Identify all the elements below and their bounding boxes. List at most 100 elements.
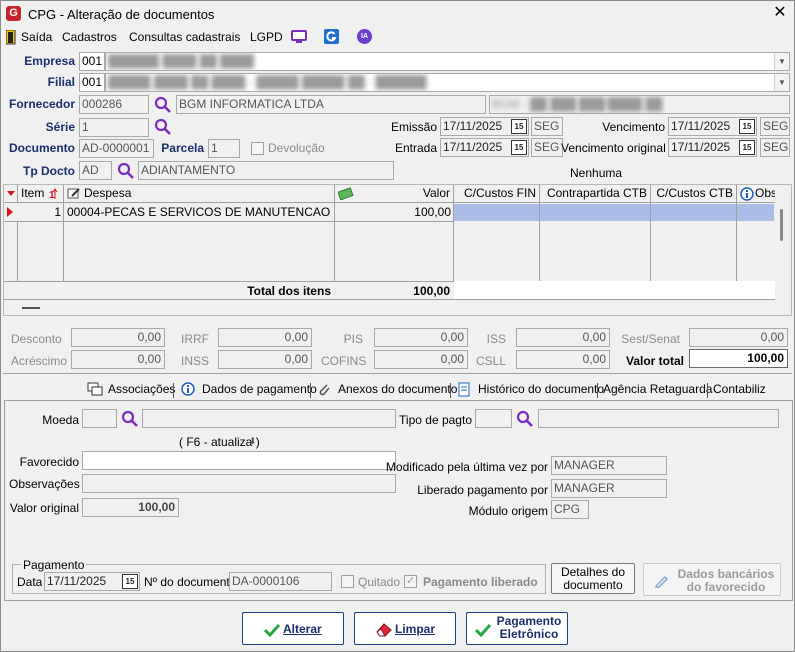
filial-select[interactable]: █████ ████ ██ ████ - █████ █████ ██ - ██… xyxy=(105,73,790,92)
emissao-date-field[interactable]: 17/11/2025 15 xyxy=(440,117,529,136)
calendar-icon[interactable]: 15 xyxy=(739,119,755,134)
tabs-bar: Associações Dados de pagamento Anexos do… xyxy=(1,380,794,400)
tab-anexos[interactable]: Anexos do documento xyxy=(338,382,457,396)
vencimento-day-field: SEG xyxy=(760,117,790,136)
column-contrapartida-ctb[interactable]: Contrapartida CTB xyxy=(540,185,651,203)
alterar-button[interactable]: Alterar xyxy=(242,612,344,645)
column-ccustos-fin[interactable]: C/Custos FIN xyxy=(454,185,540,203)
app-logo-icon: G xyxy=(6,6,21,21)
tab-divider xyxy=(450,383,451,398)
money-icon xyxy=(338,187,354,200)
check-icon xyxy=(263,623,281,637)
g-app-icon[interactable] xyxy=(324,29,339,44)
emissao-date-value: 17/11/2025 xyxy=(443,119,503,133)
search-tipo-pagto-icon[interactable] xyxy=(516,410,534,428)
documento-field[interactable]: AD-0000001 xyxy=(79,139,154,158)
detalhes-documento-button[interactable]: Detalhes do documento xyxy=(551,563,635,594)
sort-up-icon: 1 xyxy=(49,188,58,201)
cofins-label: COFINS xyxy=(321,354,367,368)
main-window: G CPG - Alteração de documentos ✕ Saída … xyxy=(0,0,795,652)
valor-original-field: 100,00 xyxy=(82,498,179,517)
column-item[interactable]: Item 1 xyxy=(18,185,64,203)
column-despesa[interactable]: Despesa xyxy=(64,185,335,203)
window-title: CPG - Alteração de documentos xyxy=(28,7,215,22)
close-icon[interactable]: ✕ xyxy=(771,4,789,22)
ia-icon[interactable]: IA xyxy=(357,29,372,44)
observacoes-label: Observações xyxy=(9,477,80,491)
eraser-icon xyxy=(376,623,392,637)
favorecido-input[interactable] xyxy=(82,451,396,470)
search-tpdocto-icon[interactable] xyxy=(117,162,135,180)
vencimento-label: Vencimento xyxy=(602,120,665,134)
alterar-label: Alterar xyxy=(283,622,322,636)
search-fornecedor-icon[interactable] xyxy=(154,96,172,114)
moeda-code-field[interactable] xyxy=(82,409,117,428)
row-despesa-cell[interactable]: 00004-PECAS E SERVICOS DE MANUTENCAO xyxy=(64,204,335,221)
tab-divider xyxy=(597,383,598,398)
hscroll-thumb[interactable] xyxy=(22,307,40,309)
tpdocto-code-field[interactable]: AD xyxy=(79,161,112,180)
sort-indicator-icon xyxy=(4,185,18,203)
menu-cadastros[interactable]: Cadastros xyxy=(62,30,117,44)
pagamento-liberado-checkbox[interactable]: ✓ xyxy=(404,575,417,588)
calendar-icon[interactable]: 15 xyxy=(122,574,138,589)
data-pagamento-field[interactable]: 17/11/2025 15 xyxy=(44,572,140,591)
f6-hint: ( F6 - atualiza ) xyxy=(179,435,260,449)
menu-lgpd[interactable]: LGPD xyxy=(250,30,283,44)
tab-dados-pagamento[interactable]: Dados de pagamento xyxy=(202,382,317,396)
column-ccustos-ctb[interactable]: C/Custos CTB xyxy=(651,185,737,203)
tab-agencia[interactable]: Agência Retaguarda xyxy=(603,382,712,396)
empresa-select[interactable]: ██████ ████ ██ ████ ▼ xyxy=(105,52,790,71)
quitado-checkbox[interactable] xyxy=(341,575,354,588)
tab-contabiliz[interactable]: Contabiliz xyxy=(713,382,766,396)
fornecedor-code-field[interactable]: 000286 xyxy=(79,95,149,114)
fornecedor-doc-field: BGM - ██ ███ ███/████ ██ xyxy=(489,95,790,114)
row-valor-cell[interactable]: 100,00 xyxy=(335,204,454,221)
items-grid[interactable]: Item 1 Despesa Valor C/Custos FIN Contra… xyxy=(3,184,792,316)
filial-code-field[interactable]: 001 xyxy=(79,73,105,92)
pagamento-eletronico-button[interactable]: Pagamento Eletrônico xyxy=(466,612,568,645)
column-valor[interactable]: Valor xyxy=(335,185,454,203)
edit-icon xyxy=(67,188,80,199)
search-moeda-icon[interactable] xyxy=(121,410,139,428)
devolucao-checkbox[interactable] xyxy=(251,142,264,155)
monitor-icon[interactable] xyxy=(291,30,307,44)
empresa-code-field[interactable]: 001 xyxy=(79,52,105,71)
sest-senat-field: 0,00 xyxy=(689,328,788,347)
search-serie-icon[interactable] xyxy=(154,118,172,136)
serie-field[interactable]: 1 xyxy=(79,118,149,137)
dados-bancarios-button[interactable]: Dados bancários do favorecido xyxy=(643,563,781,596)
calendar-icon[interactable]: 15 xyxy=(511,140,527,155)
menu-saida[interactable]: Saída xyxy=(21,30,52,44)
exit-door-icon[interactable] xyxy=(6,30,16,45)
observacoes-field[interactable] xyxy=(82,474,396,493)
chevron-down-icon[interactable]: ▼ xyxy=(774,74,789,91)
row-selection-highlight[interactable] xyxy=(454,204,774,221)
entrada-date-field[interactable]: 17/11/2025 15 xyxy=(440,138,529,157)
tab-associacoes[interactable]: Associações xyxy=(108,382,175,396)
total-items-label: Total dos itens xyxy=(247,284,331,298)
calendar-icon[interactable]: 15 xyxy=(739,140,755,155)
parcela-field[interactable]: 1 xyxy=(208,139,240,158)
row-item-cell[interactable]: 1 xyxy=(18,204,64,221)
tipo-pagto-code-field[interactable] xyxy=(475,409,512,428)
acrescimo-field: 0,00 xyxy=(71,350,165,369)
csll-field: 0,00 xyxy=(516,350,610,369)
venc-original-date-field[interactable]: 17/11/2025 15 xyxy=(668,138,757,157)
pagamento-eletronico-label: Pagamento Eletrônico xyxy=(496,614,562,641)
table-row[interactable]: 1 00004-PECAS E SERVICOS DE MANUTENCAO 1… xyxy=(4,204,775,221)
vencimento-date-field[interactable]: 17/11/2025 15 xyxy=(668,117,757,136)
tab-historico[interactable]: Histórico do documento xyxy=(478,382,604,396)
pencil-icon xyxy=(654,575,669,588)
vscroll-thumb[interactable] xyxy=(780,209,783,241)
limpar-button[interactable]: Limpar xyxy=(354,612,456,645)
irrf-label: IRRF xyxy=(181,332,209,346)
menu-consultas-cadastrais[interactable]: Consultas cadastrais xyxy=(129,30,240,44)
tipo-pagto-label: Tipo de pagto xyxy=(399,413,472,427)
chevron-down-icon[interactable]: ▼ xyxy=(774,53,789,70)
liberado-field: MANAGER xyxy=(551,479,667,498)
calendar-icon[interactable]: 15 xyxy=(511,119,527,134)
sest-senat-label: Sest/Senat xyxy=(621,332,680,346)
history-icon xyxy=(458,382,470,397)
column-obs[interactable]: Obs xyxy=(737,185,775,203)
